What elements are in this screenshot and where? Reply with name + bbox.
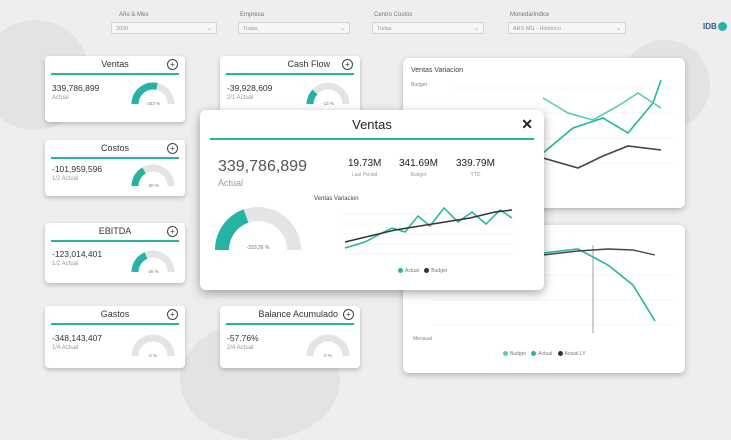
series-line-dark <box>542 145 662 169</box>
chart-legend: Actual Budget <box>398 268 451 274</box>
gauge-label: -13 % <box>322 101 334 106</box>
filter-centro-costos[interactable]: Centro Costos Todas ⌄ <box>372 12 484 34</box>
legend-label: Actual <box>538 351 553 357</box>
legend-dot <box>424 268 430 274</box>
filter-select[interactable]: Todas ⌄ <box>372 22 484 34</box>
gauge-chart: -36 % <box>131 250 175 274</box>
card-subtitle: 1/4 Actual <box>52 345 79 351</box>
kpi-card-costos[interactable]: Costos + -101,959,596 1/2 Actual -30 % <box>45 140 185 196</box>
filter-select[interactable]: 2020 ⌄ <box>111 22 217 34</box>
legend-item: Actual <box>398 268 419 274</box>
card-value: -39,928,609 <box>227 83 273 93</box>
gauge-chart: -30 % <box>131 164 175 188</box>
gauge-chart: 0 % <box>131 334 175 358</box>
filter-select[interactable]: ARS MG - Histórico ⌄ <box>508 22 626 34</box>
card-title: Balance Acumulado <box>258 309 338 319</box>
filter-year-month[interactable]: Año & Mes 2020 ⌄ <box>105 12 217 34</box>
gauge-label: -30 % <box>147 183 159 188</box>
chart-legend: Budget Actual Actual LY <box>503 351 590 357</box>
series-line-teal <box>542 248 656 322</box>
logo-mark-icon <box>717 22 727 32</box>
expand-icon[interactable]: + <box>167 143 178 154</box>
filter-value: 2020 <box>116 26 129 32</box>
filter-moneda[interactable]: Moneda/Indice ARS MG - Histórico ⌄ <box>508 12 626 34</box>
legend-dot <box>503 351 508 357</box>
gauge-chart: -333 % <box>131 82 175 106</box>
ventas-detail-modal: Ventas ✕ 339,786,899 Actual 19.73M Last … <box>200 110 544 290</box>
card-value: 339,786,899 <box>52 83 100 93</box>
legend-label: Actual <box>405 268 419 274</box>
gauge-label: -36 % <box>147 269 159 274</box>
chevron-down-icon: ⌄ <box>339 26 345 32</box>
filter-value: Todas <box>377 26 392 32</box>
card-divider <box>51 73 179 75</box>
series-line-teal-2 <box>542 92 662 121</box>
card-subtitle: Actual <box>52 95 69 101</box>
card-subtitle: 2/4 Actual <box>227 345 254 351</box>
kpi-card-gastos[interactable]: Gastos + -348,143,407 1/4 Actual 0 % <box>45 306 185 368</box>
filter-value: Todas <box>243 26 258 32</box>
card-title: EBITDA <box>98 226 132 236</box>
kpi-card-ebitda[interactable]: EBITDA + -123,014,401 1/2 Actual -36 % <box>45 223 185 283</box>
series-line-budget <box>344 209 513 243</box>
series-line-dark <box>542 248 656 256</box>
filter-label: Empresa <box>240 12 265 18</box>
chevron-down-icon: ⌄ <box>615 26 621 32</box>
kpi-card-balance[interactable]: Balance Acumulado + -57.76% 2/4 Actual 0… <box>220 306 360 368</box>
gauge-label: 0 % <box>149 353 157 358</box>
gauge-chart: -13 % <box>306 82 350 106</box>
legend-item: Actual <box>531 351 552 357</box>
filter-select[interactable]: Todas ⌄ <box>238 22 350 34</box>
filter-label: Año & Mes <box>119 12 149 18</box>
card-title: Cash Flow <box>287 59 330 69</box>
series-line-teal-1 <box>542 79 662 154</box>
company-logo: IDB <box>703 22 727 32</box>
legend-item: Budget <box>503 351 526 357</box>
logo-text: IDB <box>703 22 717 31</box>
gauge-label: 0 % <box>324 353 332 358</box>
card-value: -57.76% <box>227 333 259 343</box>
card-subtitle: 1/2 Actual <box>52 261 79 267</box>
expand-icon[interactable]: + <box>167 226 178 237</box>
legend-label: Actual LY <box>564 351 586 357</box>
filter-empresa[interactable]: Empresa Todas ⌄ <box>238 12 350 34</box>
modal-line-chart <box>340 206 516 255</box>
expand-icon[interactable]: + <box>167 309 178 320</box>
gauge-label: -333 % <box>146 101 160 106</box>
expand-icon[interactable]: + <box>167 59 178 70</box>
legend-label: Budget <box>510 351 526 357</box>
card-divider <box>51 323 179 325</box>
chevron-down-icon: ⌄ <box>473 26 479 32</box>
gauge-chart: 0 % <box>306 334 350 358</box>
filter-label: Centro Costos <box>374 12 413 18</box>
expand-icon[interactable]: + <box>343 309 354 320</box>
expand-icon[interactable]: + <box>342 59 353 70</box>
card-title: Ventas <box>101 59 129 69</box>
filter-value: ARS MG - Histórico <box>513 26 561 32</box>
legend-label: Budget <box>431 268 448 274</box>
legend-dot <box>531 351 537 357</box>
card-subtitle: 1/2 Actual <box>52 176 79 182</box>
card-value: -123,014,401 <box>52 249 103 259</box>
card-value: -101,959,596 <box>52 164 103 174</box>
chevron-down-icon: ⌄ <box>206 26 212 32</box>
legend-dot <box>557 351 563 357</box>
card-divider <box>51 240 179 242</box>
card-divider <box>226 73 354 75</box>
kpi-card-ventas[interactable]: Ventas + 339,786,899 Actual -333 % <box>45 56 185 122</box>
filter-label: Moneda/Indice <box>510 12 550 18</box>
card-title: Costos <box>100 143 129 153</box>
card-subtitle: 2/1 Actual <box>227 95 254 101</box>
card-title: Gastos <box>100 309 130 319</box>
legend-item: Budget <box>424 268 447 274</box>
card-divider <box>226 323 354 325</box>
legend-dot <box>398 268 403 274</box>
card-divider <box>51 157 179 159</box>
legend-item: Actual LY <box>557 351 586 357</box>
chart-axis-label: Mensual <box>413 336 432 342</box>
card-value: -348,143,407 <box>52 333 103 343</box>
